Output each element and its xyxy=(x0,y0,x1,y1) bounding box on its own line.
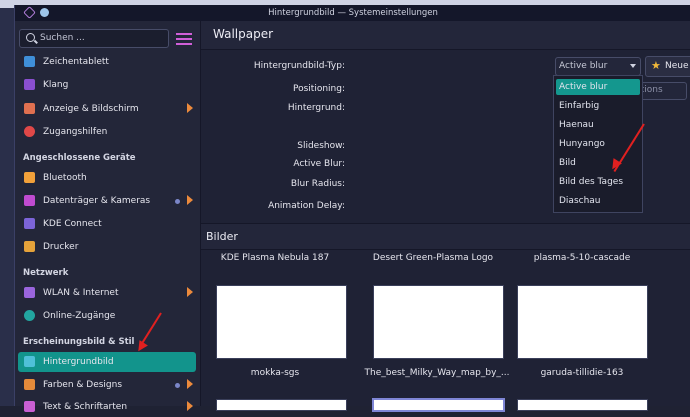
animation-delay-label: Animation Delay: xyxy=(268,201,345,211)
main-panel: Wallpaper Hintergrundbild-Typ: Active bl… xyxy=(201,21,690,412)
wallpaper-thumbnail[interactable] xyxy=(216,285,347,359)
slideshow-label: Slideshow: xyxy=(297,141,345,151)
wifi-icon xyxy=(24,287,35,298)
dropdown-option-active-blur[interactable]: Active blur xyxy=(556,79,640,95)
sidebar-item-drucker[interactable]: Drucker xyxy=(18,237,196,257)
chevron-right-icon xyxy=(187,401,193,411)
search-icon xyxy=(26,33,35,42)
wallpaper-icon xyxy=(24,356,35,367)
title-bar: Hintergrundbild — Systemeinstellungen xyxy=(15,5,690,21)
sidebar-item-bluetooth[interactable]: Bluetooth xyxy=(18,168,196,188)
sidebar-item-wlan[interactable]: WLAN & Internet xyxy=(18,283,196,303)
page-header: Wallpaper xyxy=(201,21,690,50)
hamburger-menu-icon[interactable] xyxy=(175,30,193,46)
dropdown-option-bild-des-tages[interactable]: Bild des Tages xyxy=(556,174,640,190)
wallpaper-caption: garuda-tillidie-163 xyxy=(540,368,624,378)
search-input[interactable]: Suchen ... xyxy=(19,29,169,48)
blur-radius-label: Blur Radius: xyxy=(290,179,345,189)
sidebar-item-farben[interactable]: Farben & Designs xyxy=(18,375,196,395)
star-icon: ★ xyxy=(651,59,661,72)
dropdown-option-diaschau[interactable]: Diaschau xyxy=(556,193,640,209)
sidebar-item-text[interactable]: Text & Schriftarten xyxy=(18,397,196,417)
wallpaper-caption: Desert Green-Plasma Logo xyxy=(372,253,494,263)
bluetooth-icon xyxy=(24,172,35,183)
wallpaper-caption: plasma-5-10-cascade xyxy=(533,253,631,263)
sidebar-item-klang[interactable]: Klang xyxy=(18,75,196,95)
drive-icon xyxy=(24,195,35,206)
chevron-down-icon xyxy=(630,64,636,68)
font-icon xyxy=(24,401,35,412)
notification-dot xyxy=(175,199,180,204)
tablet-icon xyxy=(24,56,35,67)
sidebar: Suchen ... Zeichentablett Klang Anzeige … xyxy=(15,21,201,412)
background-label: Hintergrund: xyxy=(287,103,345,113)
sidebar-item-kde-connect[interactable]: KDE Connect xyxy=(18,214,196,234)
wallpaper-caption: The_best_Milky_Way_map_by_... xyxy=(364,368,510,378)
search-placeholder: Suchen ... xyxy=(40,33,85,43)
chevron-right-icon xyxy=(187,103,193,113)
dropdown-option-haenau[interactable]: Haenau xyxy=(556,117,640,133)
new-wallpapers-button[interactable]: ★ Neue Moti xyxy=(645,56,690,77)
sidebar-item-hintergrundbild[interactable]: Hintergrundbild xyxy=(18,352,196,372)
speaker-icon xyxy=(24,79,35,90)
accessibility-icon xyxy=(24,126,35,137)
wallpaper-thumbnail-selected[interactable] xyxy=(372,398,505,412)
dropdown-option-einfarbig[interactable]: Einfarbig xyxy=(556,98,640,114)
wallpaper-thumbnail[interactable] xyxy=(517,399,648,411)
settings-window: Hintergrundbild — Systemeinstellungen Su… xyxy=(14,5,690,412)
palette-icon xyxy=(24,379,35,390)
page-title: Wallpaper xyxy=(213,27,274,41)
chevron-right-icon xyxy=(187,379,193,389)
section-heading-appearance: Erscheinungsbild & Stil xyxy=(23,337,135,347)
printer-icon xyxy=(24,241,35,252)
wallpaper-thumbnail[interactable] xyxy=(216,399,347,411)
section-heading-network: Netzwerk xyxy=(23,268,69,278)
sidebar-item-zugangshilfen[interactable]: Zugangshilfen xyxy=(18,122,196,142)
dropdown-option-bild[interactable]: Bild xyxy=(556,155,640,171)
sidebar-item-zeichentablett[interactable]: Zeichentablett xyxy=(18,52,196,72)
wallpaper-caption: KDE Plasma Nebula 187 xyxy=(220,253,330,263)
online-accounts-icon xyxy=(24,310,35,321)
wallpaper-thumbnail[interactable] xyxy=(373,285,504,359)
sidebar-item-online-zugaenge[interactable]: Online-Zugänge xyxy=(18,306,196,326)
chevron-right-icon xyxy=(187,287,193,297)
sidebar-item-datentraeger[interactable]: Datenträger & Kameras xyxy=(18,191,196,211)
wallpaper-caption: mokka-sgs xyxy=(250,368,300,378)
wallpaper-thumbnail[interactable] xyxy=(517,285,648,359)
monitor-icon xyxy=(24,103,35,114)
chevron-right-icon xyxy=(187,195,193,205)
section-heading-devices: Angeschlossene Geräte xyxy=(23,153,136,163)
positioning-label: Positioning: xyxy=(293,84,345,94)
window-title: Hintergrundbild — Systemeinstellungen xyxy=(268,8,438,18)
images-section-header: Bilder xyxy=(201,223,690,250)
phone-icon xyxy=(24,218,35,229)
wallpaper-type-label: Hintergrundbild-Typ: xyxy=(253,61,345,71)
sidebar-item-anzeige[interactable]: Anzeige & Bildschirm xyxy=(18,99,196,119)
notification-dot xyxy=(175,383,180,388)
active-blur-label: Active Blur: xyxy=(293,159,345,169)
wallpaper-type-select[interactable]: Active blur xyxy=(555,57,641,76)
images-section-title: Bilder xyxy=(206,230,238,243)
